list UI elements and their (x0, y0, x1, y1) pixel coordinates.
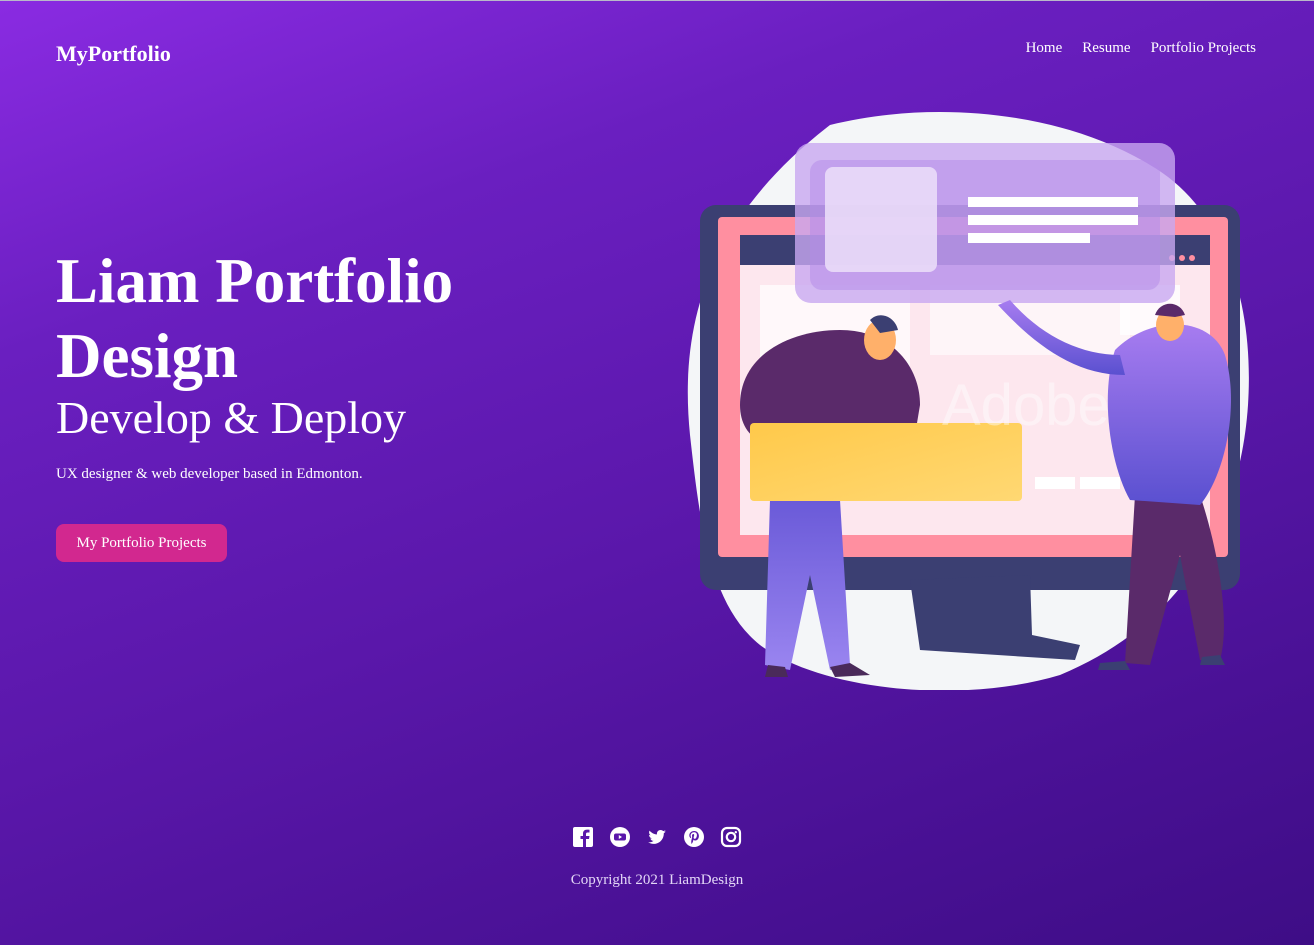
social-links (572, 826, 742, 848)
site-logo[interactable]: MyPortfolio (56, 41, 171, 67)
hero-title-line1: Liam Portfolio (56, 246, 454, 316)
twitter-icon[interactable] (646, 826, 668, 848)
nav-link-resume[interactable]: Resume (1082, 40, 1130, 57)
hero-illustration: Adobe (687, 112, 1249, 690)
hero-title: Liam Portfolio Design (56, 244, 576, 394)
portfolio-projects-button[interactable]: My Portfolio Projects (56, 524, 227, 562)
right-person-body (1107, 324, 1231, 505)
main-nav: Home Resume Portfolio Projects (1026, 40, 1256, 57)
nav-link-portfolio-projects[interactable]: Portfolio Projects (1151, 40, 1256, 57)
hero-subtitle: Develop & Deploy (56, 392, 407, 443)
facebook-icon[interactable] (572, 826, 594, 848)
hero-title-line2: Design (56, 321, 239, 391)
hero-description: UX designer & web developer based in Edm… (56, 466, 363, 482)
pinterest-icon[interactable] (683, 826, 705, 848)
copyright-text: Copyright 2021 LiamDesign (570, 872, 744, 888)
nav-link-home[interactable]: Home (1026, 40, 1063, 57)
youtube-icon[interactable] (609, 826, 631, 848)
illustration-watermark: Adobe (942, 373, 1110, 438)
instagram-icon[interactable] (720, 826, 742, 848)
top-border (0, 0, 1314, 1)
